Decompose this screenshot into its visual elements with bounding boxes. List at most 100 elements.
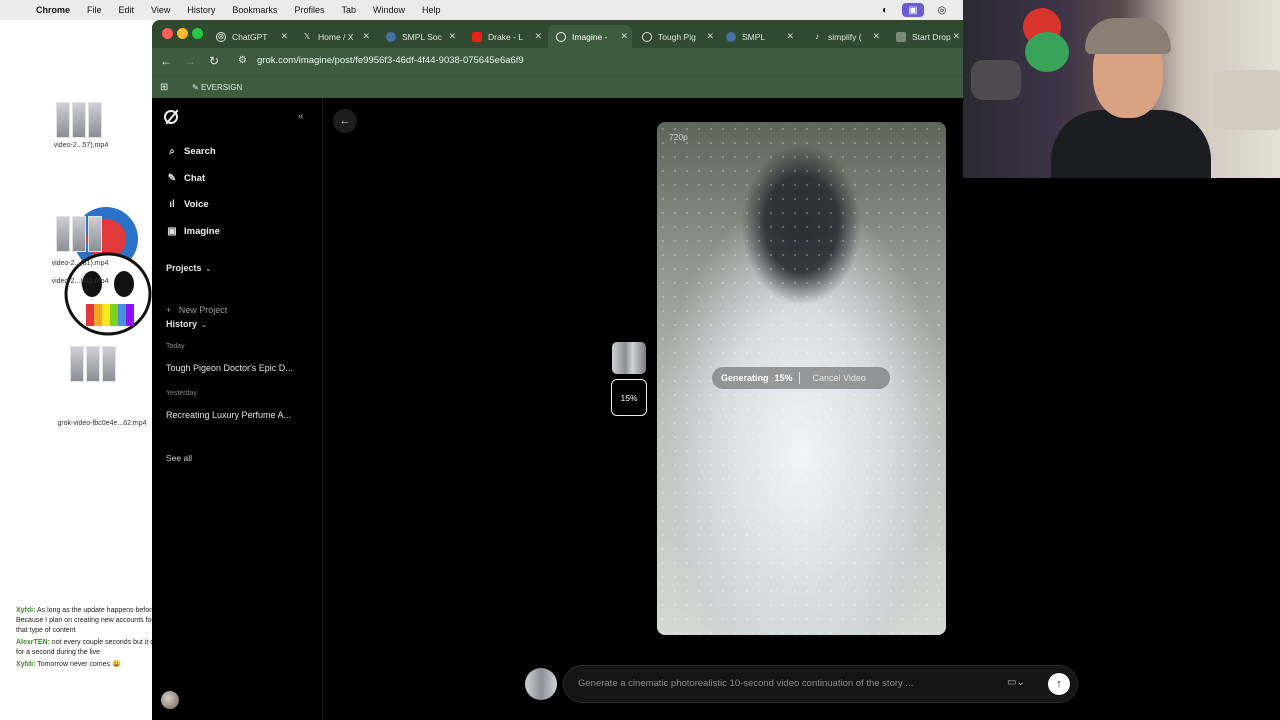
- menu-edit[interactable]: Edit: [119, 5, 135, 15]
- generating-percent: 15%: [774, 373, 793, 383]
- video-thumbnail-progress[interactable]: 15%: [611, 379, 647, 416]
- menu-window[interactable]: Window: [373, 5, 405, 15]
- tab-close-icon[interactable]: ✕: [362, 31, 370, 42]
- tab-close-icon[interactable]: ✕: [280, 31, 288, 42]
- youtube-icon: [472, 31, 482, 42]
- address-bar[interactable]: grok.com/imagine/post/fe9956f3-46df-4f44…: [257, 55, 524, 66]
- sidebar-item-voice[interactable]: ıl Voice: [166, 196, 208, 212]
- smpl-icon: [726, 31, 736, 42]
- menu-file[interactable]: File: [87, 5, 102, 15]
- tab-close-icon[interactable]: ✕: [952, 31, 960, 42]
- menu-view[interactable]: View: [151, 5, 170, 15]
- grok-logo-icon[interactable]: [164, 110, 178, 124]
- back-button[interactable]: ←: [333, 109, 357, 133]
- video-file-icon[interactable]: [56, 216, 102, 252]
- smpl-icon: [386, 31, 396, 42]
- cancel-video-button[interactable]: Cancel Video: [813, 373, 866, 383]
- grok-icon: [642, 31, 652, 42]
- desktop-file-label[interactable]: video-2...57).mp4: [26, 142, 136, 150]
- prompt-input[interactable]: Generate a cinematic photorealistic 10-s…: [578, 678, 913, 689]
- sidebar-item-imagine[interactable]: ▣ Imagine: [166, 223, 220, 239]
- video-mode-select-icon[interactable]: ▭⌄: [1007, 677, 1025, 688]
- resolution-badge: 720p: [669, 132, 688, 142]
- tab-tough-pig[interactable]: Tough Pig ✕: [634, 25, 718, 48]
- tab-close-icon[interactable]: ✕: [620, 31, 628, 42]
- menu-history[interactable]: History: [187, 5, 215, 15]
- bookmarks-bar: ⊞ ✎ EVERSIGN: [152, 76, 963, 98]
- chat-icon: ✎: [167, 172, 177, 184]
- right-black-area: [963, 178, 1280, 720]
- tab-home-x[interactable]: 𝕏 Home / X ✕: [294, 25, 374, 48]
- tab-simplify[interactable]: ♪ simplify (✕: [804, 25, 884, 48]
- tab-close-icon[interactable]: ✕: [448, 31, 456, 42]
- send-button[interactable]: ↑: [1048, 673, 1070, 695]
- chevron-down-icon: ⌄: [201, 322, 207, 329]
- site-settings-icon[interactable]: ⚙: [238, 55, 247, 66]
- desktop-file-label[interactable]: grok-video-fbc0e4e...62.mp4: [52, 420, 152, 428]
- tiktok-icon: ♪: [815, 32, 819, 41]
- tab-strip: ⊛ ChatGPT ✕ 𝕏 Home / X ✕ SMPL Soc ✕ Drake - L…: [152, 20, 963, 48]
- menu-app-chrome[interactable]: Chrome: [36, 5, 70, 15]
- status-moon-icon[interactable]: ◐: [878, 3, 892, 17]
- user-avatar[interactable]: [161, 691, 179, 709]
- new-project-button[interactable]: + New Project: [166, 305, 227, 315]
- page-icon: [896, 31, 906, 42]
- apps-grid-icon[interactable]: ⊞: [160, 82, 168, 93]
- forward-arrow-icon[interactable]: →: [182, 54, 198, 68]
- tab-close-icon[interactable]: ✕: [534, 31, 542, 42]
- generation-status-pill: Generating 15% Cancel Video: [712, 367, 890, 389]
- video-file-icon[interactable]: [70, 346, 116, 382]
- desktop-file-label[interactable]: video-2...(31).mp4: [30, 260, 130, 268]
- tab-close-icon[interactable]: ✕: [872, 31, 880, 42]
- tab-close-icon[interactable]: ✕: [786, 31, 794, 42]
- tab-close-icon[interactable]: ✕: [706, 31, 714, 42]
- tab-drake[interactable]: Drake - L ✕: [464, 25, 546, 48]
- bookmark-eversign[interactable]: ✎ EVERSIGN: [192, 83, 242, 92]
- chevron-down-icon: ⌄: [205, 266, 212, 273]
- menu-tab[interactable]: Tab: [341, 5, 356, 15]
- sidebar-item-search[interactable]: ⌕ Search: [166, 143, 216, 159]
- search-icon: ⌕: [169, 145, 175, 157]
- plush-toy: [1025, 32, 1069, 72]
- tab-start-drop[interactable]: Start Drop ✕: [888, 25, 963, 48]
- window-zoom-button[interactable]: [192, 28, 203, 39]
- image-icon: ▣: [167, 225, 177, 237]
- prompt-bar: Generate a cinematic photorealistic 10-s…: [563, 665, 1078, 703]
- grok-icon: [556, 31, 566, 42]
- streamer-cap: [1085, 18, 1171, 54]
- sidebar-item-chat[interactable]: ✎ Chat: [166, 170, 205, 186]
- openai-icon: ⊛: [216, 31, 226, 42]
- browser-toolbar: ← → ↻ ⚙ grok.com/imagine/post/fe9956f3-4…: [152, 48, 963, 76]
- tab-smpl-soc[interactable]: SMPL Soc ✕: [378, 25, 460, 48]
- source-image-thumbnail[interactable]: [612, 342, 646, 374]
- tab-chatgpt[interactable]: ⊛ ChatGPT ✕: [208, 25, 292, 48]
- sidebar: « ⌕ Search ✎ Chat ıl Voice ▣ Imagine Project…: [152, 98, 323, 720]
- menu-help[interactable]: Help: [422, 5, 441, 15]
- history-header[interactable]: History ⌄: [166, 319, 207, 329]
- projects-header[interactable]: Projects ⌄: [166, 263, 211, 273]
- x-icon: 𝕏: [303, 32, 311, 41]
- tab-smpl[interactable]: SMPL ✕: [718, 25, 798, 48]
- tab-imagine[interactable]: Imagine - ✕: [548, 25, 632, 48]
- divider: [798, 372, 800, 384]
- streamer-shirt: [1051, 110, 1211, 178]
- history-item[interactable]: Tough Pigeon Doctor's Epic D...: [166, 363, 306, 373]
- menu-bookmarks[interactable]: Bookmarks: [232, 5, 277, 15]
- collapse-sidebar-icon[interactable]: «: [298, 111, 304, 122]
- window-close-button[interactable]: [162, 28, 173, 39]
- history-day-label: Today: [166, 343, 185, 350]
- history-item[interactable]: Recreating Luxury Perfume A...: [166, 410, 306, 420]
- prompt-image-thumbnail[interactable]: [525, 668, 557, 700]
- couch: [1213, 70, 1280, 130]
- voice-icon: ıl: [169, 198, 175, 210]
- see-all-link[interactable]: See all: [166, 453, 192, 463]
- window-minimize-button[interactable]: [177, 28, 188, 39]
- video-preview: 720p Generating 15% Cancel Video: [657, 122, 946, 635]
- back-arrow-icon[interactable]: ←: [158, 54, 174, 68]
- desktop-file-label[interactable]: video-2...(30).mp4: [30, 278, 130, 286]
- menu-profiles[interactable]: Profiles: [294, 5, 324, 15]
- reload-icon[interactable]: ↻: [206, 54, 222, 68]
- status-screen-record-icon[interactable]: ▣: [902, 3, 924, 17]
- video-file-icon[interactable]: [56, 102, 102, 138]
- status-camera-icon[interactable]: ◎: [935, 3, 949, 17]
